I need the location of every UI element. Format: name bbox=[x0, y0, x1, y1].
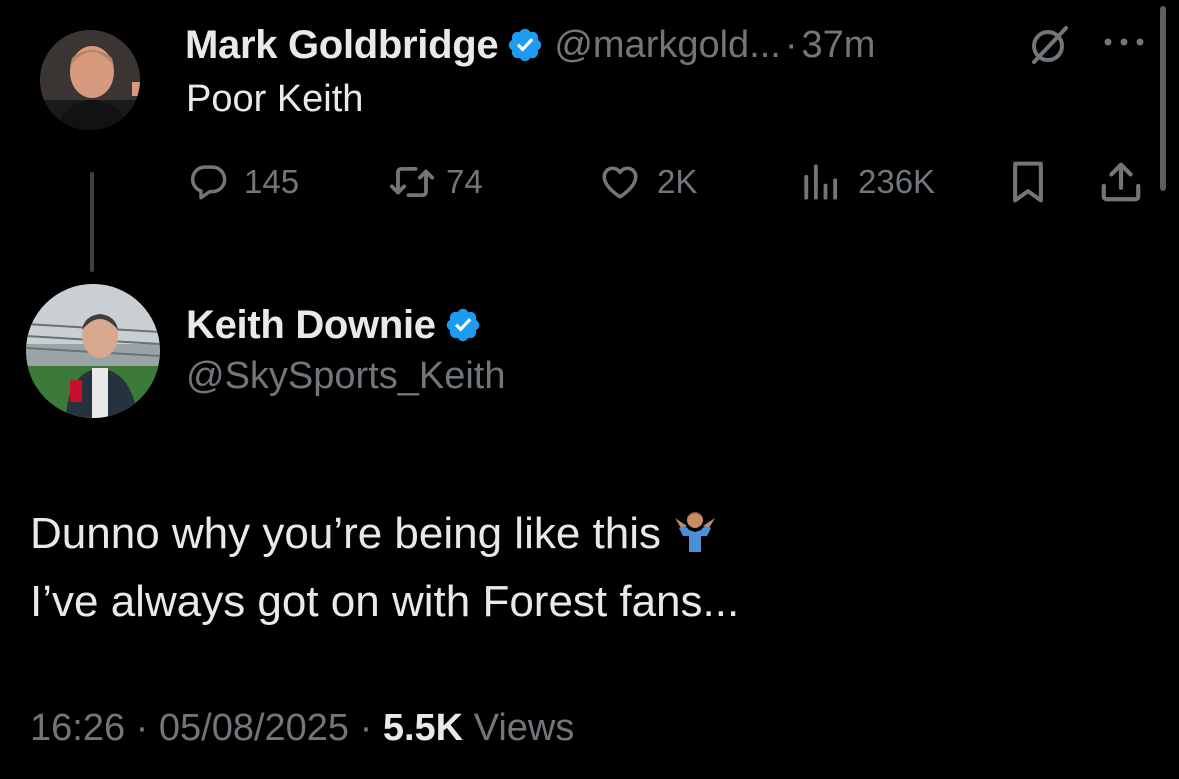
avatar-keith-downie[interactable] bbox=[26, 284, 160, 418]
reply-text: Dunno why you’re being like this I’ve al… bbox=[30, 500, 739, 636]
separator-dot: · bbox=[359, 707, 373, 749]
retweet-button[interactable]: 74 bbox=[386, 160, 483, 204]
retweet-count: 74 bbox=[446, 163, 483, 200]
share-icon bbox=[1101, 162, 1141, 202]
retweet-icon bbox=[389, 166, 435, 198]
reply-author-handle[interactable]: @SkySports_Keith bbox=[186, 355, 506, 398]
separator-dot: · bbox=[784, 23, 798, 66]
reply-header: Keith Downie bbox=[186, 300, 492, 350]
scrollbar[interactable] bbox=[1160, 6, 1166, 191]
views-icon bbox=[804, 164, 838, 200]
author-name[interactable]: Mark Goldbridge bbox=[185, 23, 499, 68]
reply-text-line-2: I’ve always got on with Forest fans... bbox=[30, 577, 740, 626]
views-button[interactable]: 236K bbox=[800, 160, 935, 204]
tweet-meta: 16:26 · 05/08/2025 · 5.5K Views bbox=[30, 707, 574, 750]
reply-button[interactable]: 145 bbox=[186, 160, 299, 204]
like-button[interactable]: 2K bbox=[597, 160, 697, 204]
more-icon[interactable] bbox=[1102, 32, 1146, 52]
reply-count: 145 bbox=[244, 163, 300, 200]
reply-icon bbox=[190, 165, 227, 200]
grok-icon[interactable] bbox=[1028, 24, 1070, 66]
bookmark-button[interactable] bbox=[1008, 160, 1048, 204]
author-handle[interactable]: @markgold... bbox=[554, 24, 781, 67]
verified-icon bbox=[444, 306, 482, 344]
share-button[interactable] bbox=[1098, 160, 1144, 204]
post-time[interactable]: 16:26 bbox=[30, 707, 125, 749]
tweet-text: Poor Keith bbox=[186, 78, 364, 120]
post-date[interactable]: 05/08/2025 bbox=[159, 707, 349, 749]
like-count: 2K bbox=[657, 163, 698, 200]
thread-connector-line bbox=[90, 172, 94, 272]
reply-author-name[interactable]: Keith Downie bbox=[186, 303, 436, 348]
avatar-mark-goldbridge[interactable] bbox=[40, 30, 140, 130]
timestamp[interactable]: 37m bbox=[802, 24, 876, 67]
like-icon bbox=[602, 166, 638, 199]
verified-icon bbox=[506, 26, 544, 64]
shrug-emoji bbox=[671, 506, 719, 554]
tweet-header: Mark Goldbridge @markgold... · 37m bbox=[185, 20, 875, 70]
bookmark-icon bbox=[1013, 161, 1043, 203]
views-count[interactable]: 5.5K bbox=[383, 707, 463, 749]
view-count: 236K bbox=[858, 163, 936, 200]
reply-text-line-1: Dunno why you’re being like this bbox=[30, 500, 739, 568]
views-label: Views bbox=[473, 707, 575, 749]
separator-dot: · bbox=[135, 707, 149, 749]
